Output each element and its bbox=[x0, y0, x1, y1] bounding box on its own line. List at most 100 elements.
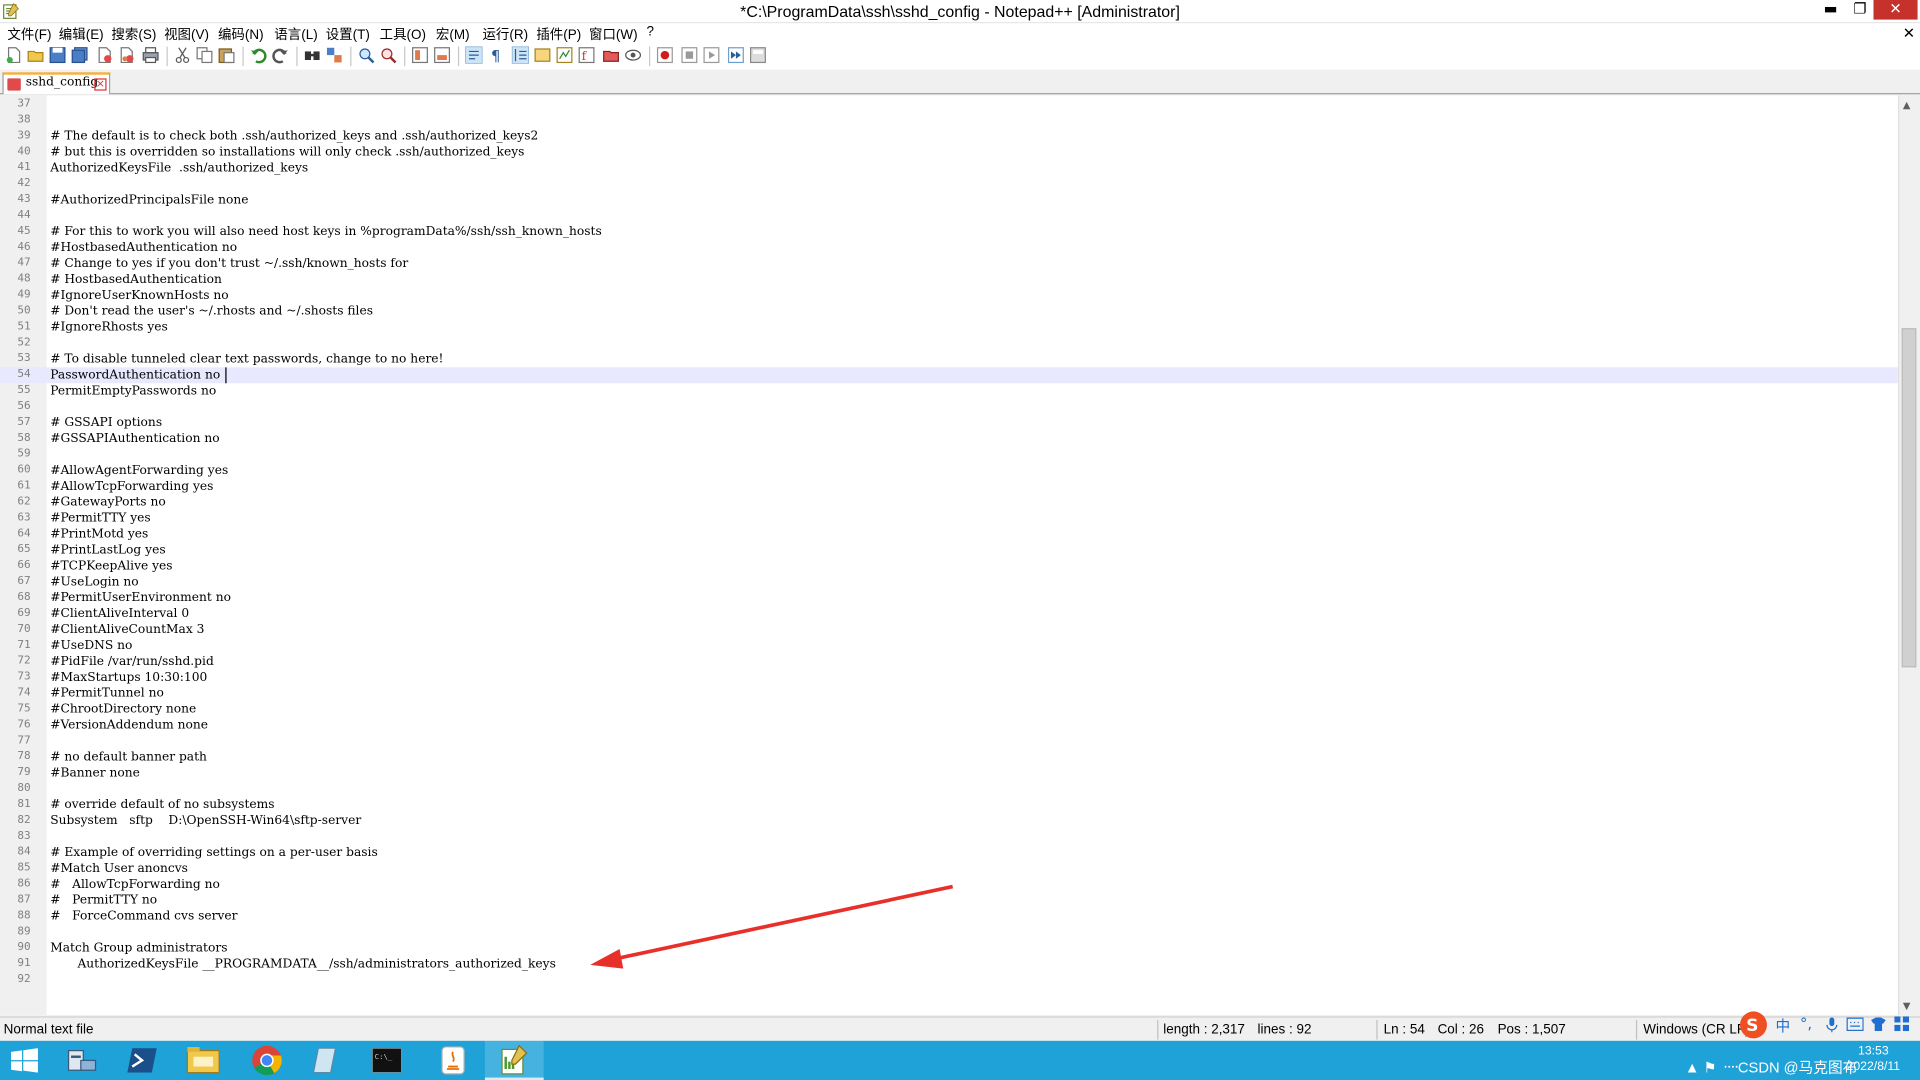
run-macro-multiple-icon[interactable] bbox=[727, 47, 744, 64]
chinese-mode-icon[interactable]: 中 bbox=[1776, 1015, 1791, 1036]
editor-line[interactable]: 50 # Don't read the user's ~/.rhosts and … bbox=[0, 304, 1898, 320]
editor-line[interactable]: 73 #MaxStartups 10:30:100 bbox=[0, 670, 1898, 686]
word-wrap-icon[interactable] bbox=[465, 46, 483, 64]
stop-macro-icon[interactable] bbox=[681, 47, 698, 64]
menu-run[interactable]: 运行(R) bbox=[482, 24, 528, 44]
taskbar-java[interactable] bbox=[424, 1041, 483, 1080]
editor-line[interactable]: 38 bbox=[0, 113, 1898, 129]
editor-line[interactable]: 80 bbox=[0, 781, 1898, 797]
sync-vertical-icon[interactable] bbox=[411, 47, 428, 64]
editor-line[interactable]: 70 #ClientAliveCountMax 3 bbox=[0, 622, 1898, 638]
editor-line[interactable]: 91 AuthorizedKeysFile __PROGRAMDATA__/ss… bbox=[0, 956, 1898, 972]
editor-line[interactable]: 90 Match Group administrators bbox=[0, 940, 1898, 956]
user-language-icon[interactable] bbox=[534, 47, 551, 64]
record-macro-icon[interactable] bbox=[656, 47, 673, 64]
editor-line[interactable]: 61 #AllowTcpForwarding yes bbox=[0, 479, 1898, 495]
editor-line[interactable]: 72 #PidFile /var/run/sshd.pid bbox=[0, 654, 1898, 670]
editor-line[interactable]: 68 #PermitUserEnvironment no bbox=[0, 590, 1898, 606]
menu-help[interactable]: ? bbox=[647, 24, 655, 39]
editor-line[interactable]: 75 #ChrootDirectory none bbox=[0, 702, 1898, 718]
editor-line[interactable]: 40 # but this is overridden so installati… bbox=[0, 144, 1898, 160]
minimize-button[interactable]: ▬ bbox=[1815, 0, 1847, 20]
editor-line[interactable]: 77 bbox=[0, 733, 1898, 749]
editor-line[interactable]: 45 # For this to work you will also need … bbox=[0, 224, 1898, 240]
menu-plugins[interactable]: 插件(P) bbox=[536, 24, 581, 44]
close-document-button[interactable]: ✕ bbox=[1903, 24, 1915, 41]
redo-icon[interactable] bbox=[272, 47, 289, 64]
taskbar-chrome[interactable] bbox=[238, 1041, 297, 1080]
menu-search[interactable]: 搜索(S) bbox=[111, 24, 156, 44]
editor-line[interactable]: 58 #GSSAPIAuthentication no bbox=[0, 431, 1898, 447]
maximize-button[interactable]: ❐ bbox=[1844, 0, 1876, 20]
vertical-scrollbar[interactable]: ▲ ▼ bbox=[1897, 95, 1920, 1016]
editor-area[interactable]: 37 38 39 # The default is to check both .ss… bbox=[0, 95, 1898, 1016]
new-file-icon[interactable] bbox=[5, 47, 22, 64]
menu-tools[interactable]: 工具(O) bbox=[380, 24, 426, 44]
editor-line[interactable]: 78 # no default banner path bbox=[0, 749, 1898, 765]
editor-line[interactable]: 42 bbox=[0, 176, 1898, 192]
menu-encoding[interactable]: 编码(N) bbox=[218, 24, 264, 44]
editor-line[interactable]: 87 # PermitTTY no bbox=[0, 893, 1898, 909]
close-button[interactable]: ✕ bbox=[1873, 0, 1918, 20]
scrollbar-thumb[interactable] bbox=[1901, 328, 1917, 668]
editor-line[interactable]: 63 #PermitTTY yes bbox=[0, 511, 1898, 527]
editor-line[interactable]: 49 #IgnoreUserKnownHosts no bbox=[0, 288, 1898, 304]
editor-line[interactable]: 53 # To disable tunneled clear text passw… bbox=[0, 351, 1898, 367]
show-all-chars-icon[interactable]: ¶ bbox=[487, 47, 504, 64]
editor-line[interactable]: 84 # Example of overriding settings on a … bbox=[0, 845, 1898, 861]
zoom-out-icon[interactable] bbox=[380, 47, 397, 64]
editor-line[interactable]: 89 bbox=[0, 924, 1898, 940]
editor-line[interactable]: 71 #UseDNS no bbox=[0, 638, 1898, 654]
copy-icon[interactable] bbox=[196, 47, 213, 64]
menu-file[interactable]: 文件(F) bbox=[7, 24, 51, 44]
close-all-icon[interactable] bbox=[118, 47, 135, 64]
editor-line[interactable]: 82 Subsystem sftp D:\OpenSSH-Win64\sftp-s… bbox=[0, 813, 1898, 829]
editor-line[interactable]: 37 bbox=[0, 97, 1898, 113]
editor-line[interactable]: 46 #HostbasedAuthentication no bbox=[0, 240, 1898, 256]
editor-line[interactable]: 86 # AllowTcpForwarding no bbox=[0, 877, 1898, 893]
editor-line[interactable]: 48 # HostbasedAuthentication bbox=[0, 272, 1898, 288]
cut-icon[interactable] bbox=[174, 47, 191, 64]
taskbar-notepad[interactable] bbox=[296, 1041, 355, 1080]
taskbar-file-explorer[interactable] bbox=[174, 1041, 233, 1080]
editor-line[interactable]: 59 bbox=[0, 447, 1898, 463]
doc-map-icon[interactable] bbox=[556, 47, 573, 64]
editor-line[interactable]: 83 bbox=[0, 829, 1898, 845]
taskbar-cmd[interactable]: C:\_ bbox=[358, 1041, 417, 1080]
editor-line[interactable]: 54 PasswordAuthentication no bbox=[0, 367, 1898, 384]
editor-line[interactable]: 66 #TCPKeepAlive yes bbox=[0, 558, 1898, 574]
scroll-up-arrow-icon[interactable]: ▲ bbox=[1903, 99, 1911, 110]
tab-close-icon[interactable]: × bbox=[94, 78, 107, 91]
taskbar-notepadpp[interactable] bbox=[484, 1040, 544, 1080]
play-macro-icon[interactable] bbox=[703, 47, 720, 64]
editor-line[interactable]: 41 AuthorizedKeysFile .ssh/authorized_key… bbox=[0, 160, 1898, 176]
editor-line[interactable]: 64 #PrintMotd yes bbox=[0, 527, 1898, 543]
menu-settings[interactable]: 设置(T) bbox=[326, 24, 370, 44]
menu-language[interactable]: 语言(L) bbox=[274, 24, 317, 44]
save-all-icon[interactable] bbox=[71, 47, 88, 64]
editor-line[interactable]: 76 #VersionAddendum none bbox=[0, 718, 1898, 734]
microphone-icon[interactable] bbox=[1825, 1016, 1840, 1033]
editor-line[interactable]: 51 #IgnoreRhosts yes bbox=[0, 320, 1898, 336]
open-file-icon[interactable] bbox=[27, 47, 44, 64]
menu-window[interactable]: 窗口(W) bbox=[589, 24, 638, 44]
editor-line[interactable]: 85 #Match User anoncvs bbox=[0, 861, 1898, 877]
sogou-logo-icon[interactable]: S bbox=[1739, 1010, 1768, 1039]
editor-line[interactable]: 52 bbox=[0, 336, 1898, 352]
menu-view[interactable]: 视图(V) bbox=[164, 24, 209, 44]
editor-line[interactable]: 39 # The default is to check both .ssh/au… bbox=[0, 129, 1898, 145]
editor-line[interactable]: 56 bbox=[0, 399, 1898, 415]
editor-line[interactable]: 43 #AuthorizedPrincipalsFile none bbox=[0, 192, 1898, 208]
skin-icon[interactable] bbox=[1870, 1016, 1887, 1032]
editor-line[interactable]: 67 #UseLogin no bbox=[0, 574, 1898, 590]
editor-line[interactable]: 69 #ClientAliveInterval 0 bbox=[0, 606, 1898, 622]
save-icon[interactable] bbox=[49, 47, 66, 64]
toolbox-icon[interactable] bbox=[1894, 1016, 1910, 1032]
menu-macro[interactable]: 宏(M) bbox=[436, 24, 470, 44]
close-icon[interactable] bbox=[96, 47, 113, 64]
editor-line[interactable]: 44 bbox=[0, 208, 1898, 224]
zoom-in-icon[interactable] bbox=[358, 47, 375, 64]
start-button[interactable] bbox=[0, 1041, 59, 1080]
undo-icon[interactable] bbox=[250, 47, 267, 64]
taskbar-clock[interactable]: 13:53 2022/8/11 bbox=[1847, 1043, 1901, 1075]
